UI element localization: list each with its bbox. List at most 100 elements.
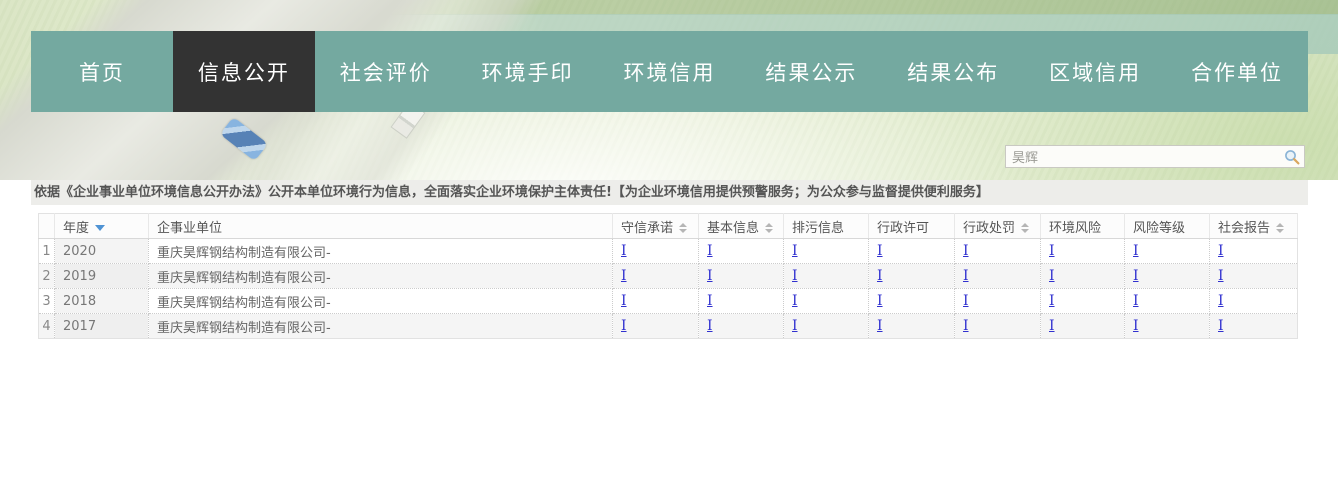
sort-up-arrow (1276, 223, 1284, 227)
cell-basic-info: I (699, 289, 784, 314)
link-risk-level-2018[interactable]: I (1133, 293, 1139, 309)
cell-env-risk: I (1041, 264, 1125, 289)
results-table: 年度企事业单位守信承诺基本信息排污信息行政许可行政处罚环境风险风险等级社会报告 … (38, 213, 1298, 339)
nav-item-env-handprint[interactable]: 环境手印 (457, 31, 599, 112)
nav-item-info-disclosure[interactable]: 信息公开 (173, 31, 315, 112)
link-basic-info-2019[interactable]: I (707, 268, 713, 284)
row-year: 2020 (55, 239, 149, 264)
nav-item-social-evaluation[interactable]: 社会评价 (315, 31, 457, 112)
col-header-env-risk[interactable]: 环境风险 (1041, 214, 1125, 239)
col-header-risk-level[interactable]: 风险等级 (1125, 214, 1210, 239)
link-social-report-2020[interactable]: I (1218, 243, 1224, 259)
col-header-label: 排污信息 (792, 221, 844, 236)
cell-admin-penalty: I (955, 314, 1041, 339)
link-admin-penalty-2018[interactable]: I (963, 293, 969, 309)
col-header-admin-permit[interactable]: 行政许可 (869, 214, 955, 239)
row-index: 2 (39, 264, 55, 289)
col-header-label: 社会报告 (1218, 221, 1270, 236)
nav-item-regional-credit[interactable]: 区域信用 (1024, 31, 1166, 112)
sort-toggle-icon[interactable] (1276, 223, 1284, 233)
link-discharge-info-2017[interactable]: I (792, 318, 798, 334)
cell-social-report: I (1210, 239, 1298, 264)
link-social-report-2017[interactable]: I (1218, 318, 1224, 334)
row-company: 重庆昊辉钢结构制造有限公司- (149, 314, 613, 339)
nav-item-partners[interactable]: 合作单位 (1166, 31, 1308, 112)
sort-toggle-icon[interactable] (765, 223, 773, 233)
content-panel: 依据《企业事业单位环境信息公开办法》公开本单位环境行为信息，全面落实企业环境保护… (31, 180, 1308, 339)
link-social-report-2019[interactable]: I (1218, 268, 1224, 284)
cell-risk-level: I (1125, 289, 1210, 314)
link-basic-info-2018[interactable]: I (707, 293, 713, 309)
row-company: 重庆昊辉钢结构制造有限公司- (149, 264, 613, 289)
col-header-row-index (39, 214, 55, 239)
col-header-label: 企事业单位 (157, 221, 222, 236)
cell-admin-permit: I (869, 289, 955, 314)
link-admin-penalty-2017[interactable]: I (963, 318, 969, 334)
col-header-honest-commitment[interactable]: 守信承诺 (613, 214, 699, 239)
link-discharge-info-2020[interactable]: I (792, 243, 798, 259)
nav-item-result-announce[interactable]: 结果公布 (882, 31, 1024, 112)
link-basic-info-2017[interactable]: I (707, 318, 713, 334)
cell-discharge-info: I (784, 239, 869, 264)
link-env-risk-2018[interactable]: I (1049, 293, 1055, 309)
cell-discharge-info: I (784, 264, 869, 289)
nav-item-env-credit[interactable]: 环境信用 (599, 31, 741, 112)
banner-photo: 首页信息公开社会评价环境手印环境信用结果公示结果公布区域信用合作单位 (0, 0, 1338, 180)
sort-toggle-icon[interactable] (679, 223, 687, 233)
col-header-label: 环境风险 (1049, 221, 1101, 236)
cell-admin-permit: I (869, 264, 955, 289)
sort-desc-icon[interactable] (95, 225, 105, 231)
link-admin-permit-2017[interactable]: I (877, 318, 883, 334)
link-admin-permit-2019[interactable]: I (877, 268, 883, 284)
link-admin-penalty-2019[interactable]: I (963, 268, 969, 284)
col-header-company[interactable]: 企事业单位 (149, 214, 613, 239)
col-header-label: 基本信息 (707, 221, 759, 236)
link-basic-info-2020[interactable]: I (707, 243, 713, 259)
col-header-basic-info[interactable]: 基本信息 (699, 214, 784, 239)
sort-toggle-icon[interactable] (1021, 223, 1029, 233)
col-header-year[interactable]: 年度 (55, 214, 149, 239)
col-header-discharge-info[interactable]: 排污信息 (784, 214, 869, 239)
cell-admin-penalty: I (955, 264, 1041, 289)
nav-item-home[interactable]: 首页 (31, 31, 173, 112)
sort-up-arrow (1021, 223, 1029, 227)
row-company: 重庆昊辉钢结构制造有限公司- (149, 289, 613, 314)
cell-social-report: I (1210, 289, 1298, 314)
row-year: 2019 (55, 264, 149, 289)
cell-env-risk: I (1041, 314, 1125, 339)
sort-down-arrow (1276, 229, 1284, 233)
row-company: 重庆昊辉钢结构制造有限公司- (149, 239, 613, 264)
search-box (1005, 145, 1305, 168)
link-env-risk-2017[interactable]: I (1049, 318, 1055, 334)
link-social-report-2018[interactable]: I (1218, 293, 1224, 309)
link-env-risk-2019[interactable]: I (1049, 268, 1055, 284)
link-risk-level-2019[interactable]: I (1133, 268, 1139, 284)
link-admin-permit-2018[interactable]: I (877, 293, 883, 309)
search-icon[interactable] (1283, 148, 1301, 166)
link-risk-level-2020[interactable]: I (1133, 243, 1139, 259)
link-admin-permit-2020[interactable]: I (877, 243, 883, 259)
search-input[interactable] (1006, 146, 1283, 167)
link-discharge-info-2018[interactable]: I (792, 293, 798, 309)
table-row: 12020重庆昊辉钢结构制造有限公司-IIIIIIII (39, 239, 1298, 264)
table-row: 32018重庆昊辉钢结构制造有限公司-IIIIIIII (39, 289, 1298, 314)
link-risk-level-2017[interactable]: I (1133, 318, 1139, 334)
cell-honest-commitment: I (613, 314, 699, 339)
cell-risk-level: I (1125, 239, 1210, 264)
sort-down-arrow (679, 229, 687, 233)
row-year: 2018 (55, 289, 149, 314)
link-honest-commitment-2020[interactable]: I (621, 243, 627, 259)
link-env-risk-2020[interactable]: I (1049, 243, 1055, 259)
col-header-admin-penalty[interactable]: 行政处罚 (955, 214, 1041, 239)
cell-risk-level: I (1125, 314, 1210, 339)
row-year: 2017 (55, 314, 149, 339)
nav-item-result-publicity[interactable]: 结果公示 (740, 31, 882, 112)
link-honest-commitment-2017[interactable]: I (621, 318, 627, 334)
col-header-social-report[interactable]: 社会报告 (1210, 214, 1298, 239)
cell-env-risk: I (1041, 239, 1125, 264)
link-admin-penalty-2020[interactable]: I (963, 243, 969, 259)
link-honest-commitment-2019[interactable]: I (621, 268, 627, 284)
link-honest-commitment-2018[interactable]: I (621, 293, 627, 309)
sort-down-arrow (1021, 229, 1029, 233)
link-discharge-info-2019[interactable]: I (792, 268, 798, 284)
